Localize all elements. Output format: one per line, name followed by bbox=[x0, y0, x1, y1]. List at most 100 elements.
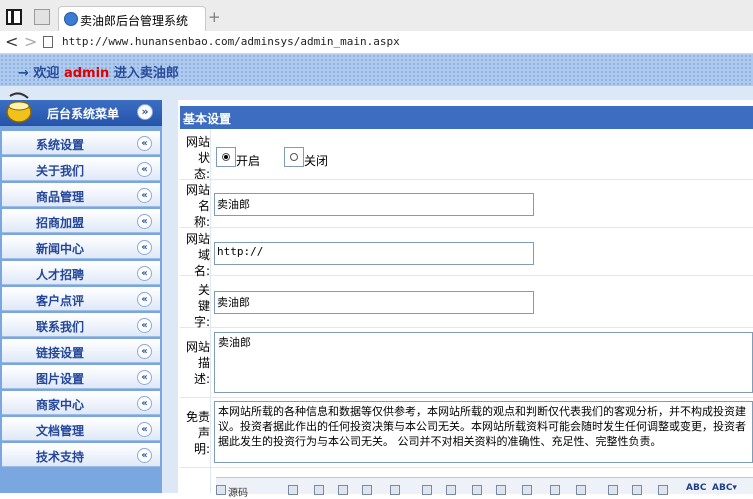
sidebar-item-label: 人才招聘 bbox=[36, 268, 85, 282]
sidebar-item-label: 新闻中心 bbox=[36, 242, 85, 256]
sidebar-item[interactable]: 新闻中心 « bbox=[2, 235, 160, 259]
sidebar: 后台系统菜单 » 系统设置 «关于我们 «商品管理 «招商加盟 «新闻中心 «人才招聘 «客… bbox=[0, 92, 162, 493]
chevron-left-icon[interactable]: « bbox=[137, 396, 152, 411]
sidebar-item-label: 链接设置 bbox=[36, 346, 85, 360]
redo-icon[interactable] bbox=[576, 485, 586, 495]
chevron-left-icon[interactable]: « bbox=[137, 318, 152, 333]
url-field[interactable]: http://www.hunansenbao.com/adminsys/admi… bbox=[62, 35, 400, 48]
sidebar-toggle-icon[interactable] bbox=[6, 9, 22, 25]
radio-unselected-icon bbox=[290, 153, 298, 161]
chevron-left-icon[interactable]: « bbox=[137, 422, 152, 437]
welcome-prefix: → 欢迎 bbox=[18, 66, 60, 81]
welcome-username: admin bbox=[63, 66, 110, 81]
address-bar: < > http://www.hunansenbao.com/adminsys/… bbox=[0, 31, 753, 54]
preview-icon[interactable] bbox=[338, 485, 348, 495]
spellcheck-dropdown-icon[interactable]: ABC▾ bbox=[712, 483, 737, 493]
description-textarea[interactable]: 卖油郎 bbox=[214, 332, 753, 393]
menu-collapse-icon[interactable]: » bbox=[137, 104, 153, 120]
site-status-row: 网站 状 态: 开启 关闭 bbox=[180, 129, 753, 181]
chevron-left-icon[interactable]: « bbox=[137, 344, 152, 359]
chevron-left-icon[interactable]: « bbox=[137, 266, 152, 281]
find-icon[interactable] bbox=[608, 485, 618, 495]
sidebar-item[interactable]: 系统设置 « bbox=[2, 131, 160, 155]
site-domain-label: 网站 域 名: bbox=[185, 232, 210, 278]
select-all-icon[interactable] bbox=[658, 485, 668, 495]
sidebar-item[interactable]: 技术支持 « bbox=[2, 443, 160, 467]
browser-tab-bar: 卖油郎后台管理系统 + bbox=[0, 0, 753, 32]
template-icon[interactable] bbox=[390, 485, 400, 495]
copy-icon[interactable] bbox=[446, 485, 456, 495]
disclaimer-row: 免责 声 明: 本网站所载的各种信息和数据等仅供参考，本网站所载的观点和判断仅代… bbox=[180, 397, 753, 468]
paste-icon[interactable] bbox=[472, 485, 482, 495]
sidebar-item[interactable]: 人才招聘 « bbox=[2, 261, 160, 285]
new-tab-button[interactable]: + bbox=[208, 8, 221, 26]
chevron-left-icon[interactable]: « bbox=[137, 448, 152, 463]
keywords-input[interactable]: 卖油郎 bbox=[214, 291, 534, 314]
oil-pot-logo-icon bbox=[6, 92, 32, 123]
save-icon[interactable] bbox=[288, 485, 298, 495]
print-icon[interactable] bbox=[362, 485, 372, 495]
replace-icon[interactable] bbox=[632, 485, 642, 495]
panel-title: 基本设置 bbox=[183, 112, 232, 126]
settings-form: 网站 状 态: 开启 关闭 网站 名 称: 卖油郎 网站 域 名: http:/… bbox=[180, 129, 753, 499]
chevron-left-icon[interactable]: « bbox=[137, 370, 152, 385]
site-domain-input[interactable]: http:// bbox=[214, 242, 534, 265]
radio-selected-icon bbox=[222, 153, 230, 161]
sidebar-item[interactable]: 图片设置 « bbox=[2, 365, 160, 389]
chevron-left-icon[interactable]: « bbox=[137, 188, 152, 203]
keywords-row: 关 键 字: 卖油郎 bbox=[180, 275, 753, 329]
description-label: 网站 描 述: bbox=[185, 340, 210, 386]
welcome-header: → 欢迎 admin 进入卖油郎 bbox=[0, 54, 753, 86]
site-name-row: 网站 名 称: 卖油郎 bbox=[180, 179, 753, 229]
chevron-left-icon[interactable]: « bbox=[137, 162, 152, 177]
undo-icon[interactable] bbox=[550, 485, 560, 495]
description-row: 网站 描 述: 卖油郎 bbox=[180, 327, 753, 398]
paste-word-icon[interactable] bbox=[522, 485, 532, 495]
forward-icon[interactable]: > bbox=[24, 32, 37, 51]
sidebar-item[interactable]: 链接设置 « bbox=[2, 339, 160, 363]
cut-icon[interactable] bbox=[422, 485, 432, 495]
site-name-label: 网站 名 称: bbox=[185, 183, 210, 229]
sidebar-item[interactable]: 文档管理 « bbox=[2, 417, 160, 441]
chevron-left-icon[interactable]: « bbox=[137, 136, 152, 151]
spellcheck-icon[interactable]: ABC bbox=[686, 483, 706, 493]
sidebar-item-label: 图片设置 bbox=[36, 372, 85, 386]
sidebar-item[interactable]: 客户点评 « bbox=[2, 287, 160, 311]
source-icon bbox=[216, 485, 226, 495]
source-button[interactable]: 源码 bbox=[228, 484, 248, 499]
sidebar-item[interactable]: 联系我们 « bbox=[2, 313, 160, 337]
site-name-input[interactable]: 卖油郎 bbox=[214, 193, 534, 216]
chevron-left-icon[interactable]: « bbox=[137, 240, 152, 255]
chevron-left-icon[interactable]: « bbox=[137, 292, 152, 307]
sidebar-item[interactable]: 关于我们 « bbox=[2, 157, 160, 181]
sidebar-item-label: 商品管理 bbox=[36, 190, 85, 204]
menu-header: 后台系统菜单 » bbox=[0, 92, 162, 126]
sidebar-item[interactable]: 招商加盟 « bbox=[2, 209, 160, 233]
ie-favicon-icon bbox=[64, 12, 78, 26]
sidebar-item-label: 系统设置 bbox=[36, 138, 85, 152]
tab-actions-icon[interactable] bbox=[34, 9, 50, 25]
tab-title: 卖油郎后台管理系统 bbox=[80, 14, 189, 28]
panel-header: 基本设置 bbox=[180, 106, 753, 129]
site-domain-row: 网站 域 名: http:// bbox=[180, 227, 753, 278]
chevron-left-icon[interactable]: « bbox=[137, 214, 152, 229]
sidebar-item-label: 关于我们 bbox=[36, 164, 85, 178]
new-page-icon[interactable] bbox=[314, 485, 324, 495]
editor-toolbar: 源码 ABC ABC▾ bbox=[216, 477, 753, 499]
sidebar-divider bbox=[162, 100, 178, 493]
header-gap bbox=[0, 86, 753, 100]
keywords-label: 关 键 字: bbox=[193, 283, 210, 329]
browser-tab[interactable]: 卖油郎后台管理系统 bbox=[58, 6, 206, 31]
status-on-radio[interactable] bbox=[216, 147, 236, 167]
sidebar-item[interactable]: 商家中心 « bbox=[2, 391, 160, 415]
back-icon[interactable]: < bbox=[5, 32, 18, 51]
sidebar-item[interactable]: 商品管理 « bbox=[2, 183, 160, 207]
page-icon bbox=[43, 36, 53, 48]
status-off-radio[interactable] bbox=[284, 147, 304, 167]
sidebar-item-label: 商家中心 bbox=[36, 398, 85, 412]
site-status-label: 网站 状 态: bbox=[185, 135, 210, 181]
disclaimer-textarea[interactable]: 本网站所载的各种信息和数据等仅供参考，本网站所载的观点和判断仅代表我们的客观分析… bbox=[214, 401, 753, 463]
welcome-suffix: 进入卖油郎 bbox=[113, 66, 179, 81]
paste-text-icon[interactable] bbox=[496, 485, 506, 495]
status-off-label: 关闭 bbox=[304, 154, 329, 168]
